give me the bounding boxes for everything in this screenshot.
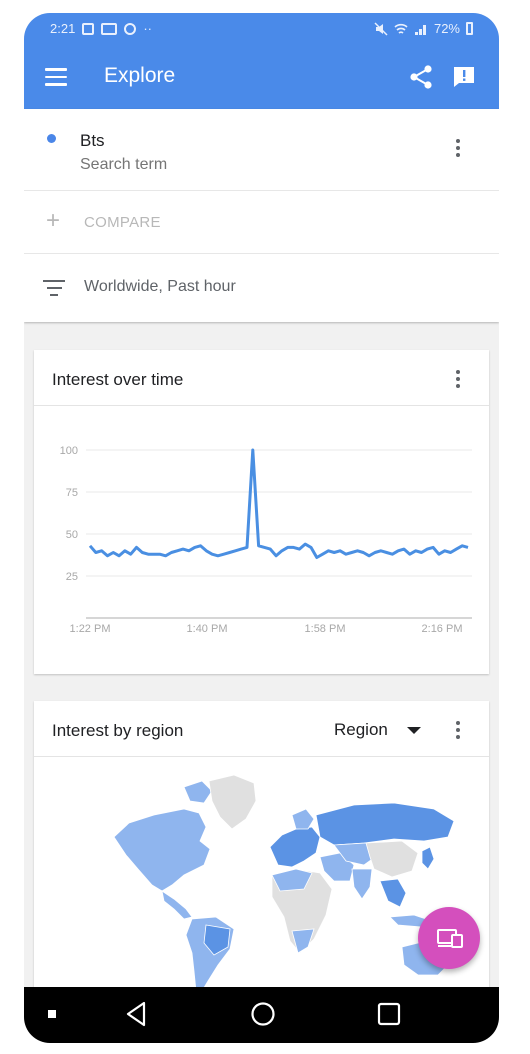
- map-central-america: [161, 890, 193, 920]
- chevron-down-icon[interactable]: [407, 727, 421, 734]
- card-header: Interest by region Region: [34, 701, 489, 757]
- map-scandinavia: [291, 808, 315, 830]
- map-russia: [315, 802, 455, 846]
- filter-button[interactable]: Worldwide, Past hour: [24, 254, 499, 322]
- feedback-icon[interactable]: [452, 65, 476, 89]
- interest-over-time-card: Interest over time 100 75 50 25 1:22 PM 1:40 …: [34, 350, 489, 674]
- status-bar: 2:21 ·· 72%: [24, 13, 499, 45]
- x-tick-label: 1:58 PM: [305, 623, 346, 635]
- y-tick-label: 75: [66, 487, 78, 499]
- map-canada-arctic: [183, 780, 213, 804]
- filter-label: Worldwide, Past hour: [84, 278, 236, 295]
- compare-button[interactable]: + COMPARE: [24, 191, 499, 254]
- devices-icon: [437, 929, 463, 948]
- share-icon[interactable]: [408, 64, 434, 90]
- interest-line-chart: 100 75 50 25 1:22 PM 1:40 PM 1:58 PM 2:16 PM: [60, 445, 472, 635]
- status-time: 2:21: [50, 21, 76, 36]
- search-term-subtitle: Search term: [80, 156, 168, 173]
- back-icon[interactable]: [124, 1001, 148, 1027]
- wifi-icon: [394, 23, 408, 34]
- world-map[interactable]: [34, 757, 489, 991]
- map-india: [351, 868, 373, 900]
- home-icon[interactable]: [250, 1001, 276, 1027]
- devices-fab[interactable]: [418, 907, 480, 969]
- map-southeast-asia: [379, 878, 407, 908]
- hand-icon: [124, 22, 137, 35]
- term-color-dot: [47, 134, 56, 143]
- x-tick-label: 1:22 PM: [70, 623, 111, 635]
- filter-icon: [43, 280, 65, 296]
- shield-icon: [82, 22, 95, 35]
- y-tick-label: 25: [66, 571, 78, 583]
- card-icon: [101, 22, 118, 35]
- more-notifications: ··: [143, 21, 152, 36]
- overview-icon[interactable]: [376, 1001, 402, 1027]
- region-more-icon[interactable]: [448, 719, 468, 743]
- card-title: Interest by region: [52, 721, 184, 740]
- search-term-row[interactable]: Bts Search term: [24, 109, 499, 191]
- compare-label: COMPARE: [84, 214, 161, 231]
- card-header: Interest over time: [34, 350, 489, 406]
- map-china: [365, 840, 419, 878]
- card-title: Interest over time: [52, 370, 184, 389]
- search-panel: Bts Search term + COMPARE Worldwide, Pas…: [24, 109, 499, 322]
- y-tick-label: 100: [60, 445, 78, 457]
- term-more-icon[interactable]: [448, 137, 468, 161]
- map-japan-korea: [421, 846, 435, 870]
- navigation-bar: [24, 987, 499, 1043]
- search-term: Bts: [80, 131, 105, 150]
- phone-screen: 2:21 ·· 72% Explore Bts Search term + CO…: [24, 13, 499, 1043]
- map-greenland: [208, 774, 257, 830]
- region-selector[interactable]: Region: [334, 720, 388, 740]
- map-north-america: [113, 808, 211, 892]
- battery-percent: 72%: [433, 21, 460, 36]
- page-title: Explore: [104, 64, 176, 87]
- x-tick-label: 2:16 PM: [422, 623, 463, 635]
- plus-icon: +: [46, 207, 61, 234]
- chart-more-icon[interactable]: [448, 368, 468, 392]
- app-bar: Explore: [24, 45, 499, 109]
- map-europe: [269, 826, 321, 868]
- y-tick-label: 50: [66, 529, 78, 541]
- signal-icon: [414, 24, 426, 35]
- mute-icon: [374, 21, 388, 36]
- x-tick-label: 1:40 PM: [187, 623, 228, 635]
- interest-series-line: [88, 448, 469, 559]
- menu-icon[interactable]: [45, 68, 67, 86]
- battery-icon: [466, 22, 473, 35]
- recents-square-icon[interactable]: [48, 1010, 57, 1019]
